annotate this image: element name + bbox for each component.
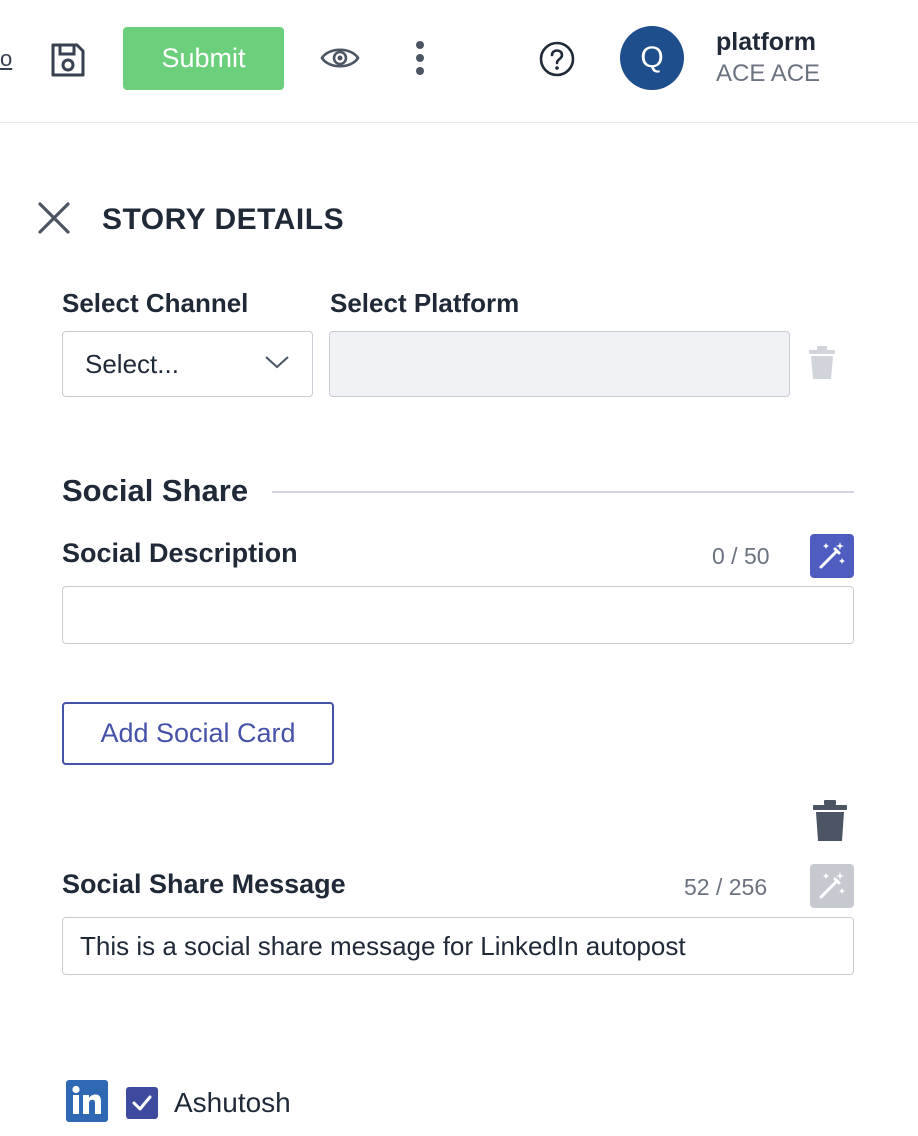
save-button[interactable] <box>46 38 90 82</box>
avatar[interactable]: Q <box>620 26 684 90</box>
account-name: Ashutosh <box>174 1087 291 1118</box>
linkedin-icon <box>66 1080 108 1122</box>
social-share-message-counter: 52 / 256 <box>684 874 768 900</box>
save-icon <box>51 43 85 77</box>
user-organization: ACE ACE <box>716 60 821 87</box>
select-channel-label: Select Channel <box>62 292 249 314</box>
channel-select[interactable]: Select... <box>62 331 313 397</box>
help-button[interactable] <box>536 38 578 80</box>
top-bar: o Submit Q platform ACE ACE <box>0 0 918 123</box>
ai-generate-description-button[interactable] <box>810 534 854 578</box>
social-description-counter: 0 / 50 <box>712 543 770 569</box>
delete-channel-button[interactable] <box>808 346 836 380</box>
user-name: platform <box>716 28 816 56</box>
add-social-card-button[interactable]: Add Social Card <box>62 702 334 765</box>
panel-title: STORY DETAILS <box>102 203 345 236</box>
close-button[interactable] <box>34 198 74 238</box>
more-options-button[interactable] <box>404 36 436 80</box>
social-share-message-label: Social Share Message <box>62 869 346 899</box>
social-share-message-input[interactable]: This is a social share message for Linke… <box>62 917 854 975</box>
channel-select-value: Select... <box>85 348 179 379</box>
chevron-down-icon <box>265 356 289 369</box>
section-divider <box>272 491 854 493</box>
delete-social-message-button[interactable] <box>812 800 848 842</box>
select-platform-label: Select Platform <box>330 292 520 314</box>
platform-select[interactable] <box>329 331 790 397</box>
checkmark-icon <box>132 1095 152 1111</box>
close-icon <box>38 202 70 234</box>
trash-icon <box>809 346 835 379</box>
account-checkbox[interactable] <box>126 1087 158 1119</box>
trash-icon <box>813 800 847 841</box>
help-icon <box>539 41 575 77</box>
magic-wand-icon <box>819 872 845 899</box>
preview-button[interactable] <box>318 38 362 78</box>
magic-wand-icon <box>819 542 845 569</box>
channel-labels: Select Channel Select Platform <box>62 292 582 314</box>
social-description-label: Social Description <box>62 538 298 568</box>
submit-button[interactable]: Submit <box>123 27 284 90</box>
social-share-heading: Social Share <box>62 473 249 508</box>
more-vertical-icon <box>416 41 424 75</box>
ai-generate-message-button[interactable] <box>810 864 854 908</box>
eye-icon <box>320 48 360 68</box>
truncated-link[interactable]: o <box>0 46 14 72</box>
social-description-input[interactable] <box>62 586 854 644</box>
